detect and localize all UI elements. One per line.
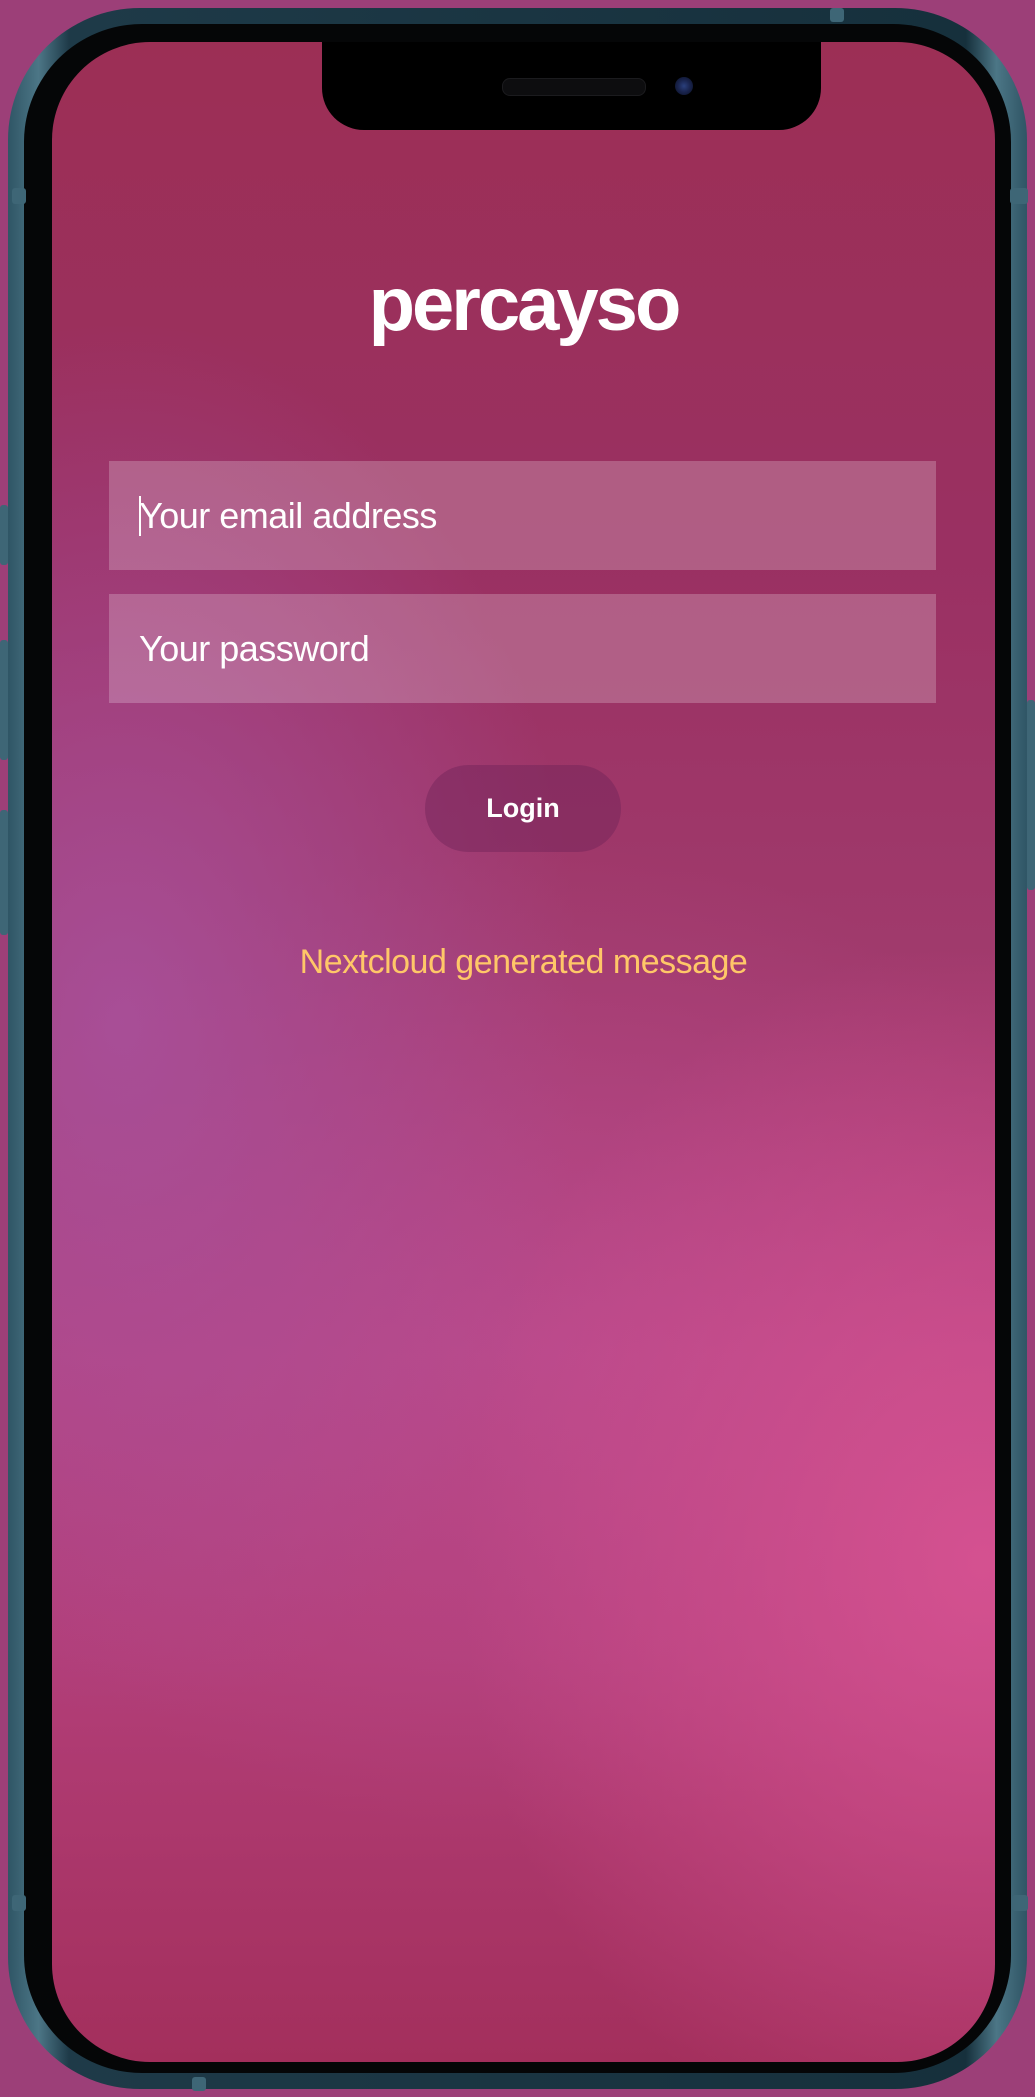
frame-antenna-band bbox=[830, 8, 844, 22]
frame-antenna-band bbox=[192, 2077, 206, 2091]
email-placeholder: Your email address bbox=[139, 494, 437, 536]
app-logo: percayso bbox=[368, 262, 682, 347]
email-field[interactable]: Your email address bbox=[109, 461, 936, 570]
password-placeholder: Your password bbox=[139, 627, 370, 669]
mute-switch bbox=[0, 810, 8, 935]
frame-antenna-band bbox=[1012, 1895, 1028, 1911]
earpiece-speaker bbox=[502, 78, 646, 96]
volume-down-button bbox=[0, 640, 8, 760]
frame-antenna-band bbox=[1010, 188, 1028, 204]
front-camera-icon bbox=[675, 77, 693, 95]
notch bbox=[322, 42, 821, 130]
phone-screen: percayso Your email address Your passwor… bbox=[52, 42, 995, 2062]
volume-up-button bbox=[0, 505, 8, 565]
frame-antenna-band bbox=[12, 1895, 26, 1911]
login-button[interactable]: Login bbox=[425, 765, 621, 852]
power-button bbox=[1027, 700, 1035, 890]
status-message: Nextcloud generated message bbox=[299, 943, 748, 981]
password-field[interactable]: Your password bbox=[109, 594, 936, 703]
side-button bbox=[12, 188, 26, 204]
